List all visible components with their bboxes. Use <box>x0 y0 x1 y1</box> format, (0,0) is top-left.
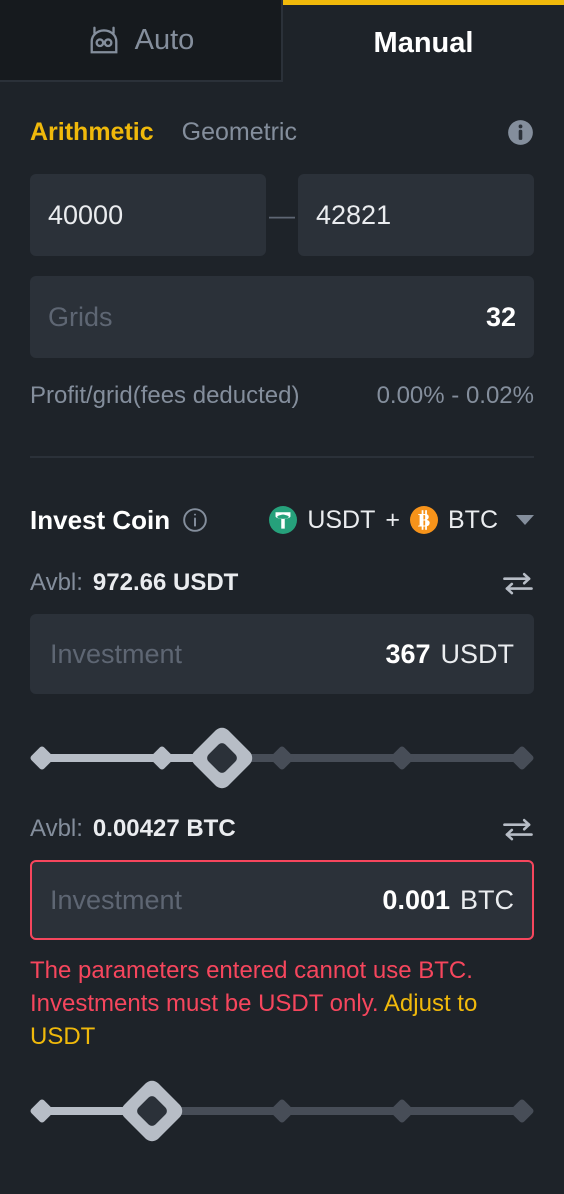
coin-a-label: USDT <box>307 505 376 534</box>
grids-placeholder: Grids <box>48 301 113 332</box>
usdt-investment-unit: USDT <box>440 638 515 669</box>
chevron-down-icon[interactable] <box>516 515 534 525</box>
btc-investment-input[interactable]: Investment 0.001 BTC <box>30 860 534 940</box>
price-range-separator: — <box>269 199 295 230</box>
grid-mode-row: Arithmetic Geometric <box>0 112 564 152</box>
usdt-investment-value-group: 367 USDT <box>385 639 514 670</box>
btc-investment-row: Investment 0.001 BTC <box>0 860 564 940</box>
usdt-icon <box>269 506 298 534</box>
lower-price-input[interactable]: 40000 <box>30 174 266 256</box>
tab-auto[interactable]: Auto <box>0 0 283 82</box>
btc-investment-placeholder: Investment <box>50 884 183 915</box>
profit-per-grid-value: 0.00% - 0.02% <box>376 382 534 409</box>
validation-error: The parameters entered cannot use BTC. I… <box>0 954 564 1053</box>
usdt-investment-amount: 367 <box>385 638 431 669</box>
usdt-slider-tick-75[interactable] <box>389 745 415 771</box>
invest-coin-selector[interactable]: USDT + B BTC <box>269 506 534 535</box>
btc-available-row: Avbl: 0.00427 BTC <box>0 812 564 846</box>
mode-geometric[interactable]: Geometric <box>182 118 297 147</box>
coin-plus-sign: + <box>385 505 400 534</box>
btc-slider-handle[interactable] <box>118 1077 187 1145</box>
usdt-available-label: Avbl: <box>30 569 83 596</box>
grid-bot-panel: Auto Manual Arithmetic Geometric 40000 —… <box>0 0 564 1194</box>
btc-investment-value-group: 0.001 BTC <box>382 885 514 916</box>
usdt-investment-slider[interactable] <box>0 724 564 792</box>
svg-text:B: B <box>418 511 430 532</box>
btc-slider-tick-50[interactable] <box>269 1098 295 1124</box>
profit-per-grid-label: Profit/grid(fees deducted) <box>30 382 300 409</box>
mode-tabs: Auto Manual <box>0 0 564 82</box>
info-icon[interactable] <box>507 119 534 146</box>
lower-price-value: 40000 <box>48 199 124 230</box>
grids-row: Grids 32 <box>0 276 564 358</box>
usdt-investment-placeholder: Investment <box>50 638 183 669</box>
coin-b-label: BTC <box>448 505 498 534</box>
swap-icon[interactable] <box>502 570 534 596</box>
swap-icon[interactable] <box>502 816 534 842</box>
tab-auto-label: Auto <box>134 23 195 56</box>
grids-value: 32 <box>485 301 516 332</box>
invest-coin-row: Invest Coin USDT + B BTC <box>0 500 564 540</box>
btc-investment-unit: BTC <box>460 884 514 915</box>
price-range-row: 40000 — 42821 <box>0 174 564 256</box>
usdt-available-value: 972.66 USDT <box>92 569 239 596</box>
btc-investment-amount: 0.001 <box>382 884 450 915</box>
usdt-slider-tick-25[interactable] <box>149 745 175 771</box>
btc-investment-slider[interactable] <box>0 1077 564 1145</box>
invest-coin-label: Invest Coin <box>30 504 171 535</box>
usdt-slider-tick-50[interactable] <box>269 745 295 771</box>
btc-slider-tick-75[interactable] <box>389 1098 415 1124</box>
btc-icon: B <box>410 506 438 534</box>
btc-slider-tick-100[interactable] <box>509 1098 535 1124</box>
profit-per-grid-row: Profit/grid(fees deducted) 0.00% - 0.02% <box>0 382 564 410</box>
btc-available-value: 0.00427 BTC <box>92 815 236 842</box>
robot-icon <box>87 25 121 55</box>
usdt-slider-handle[interactable] <box>188 724 256 792</box>
usdt-investment-row: Investment 367 USDT <box>0 614 564 694</box>
validation-error-text: The parameters entered cannot use BTC. I… <box>30 954 534 1053</box>
upper-price-value: 42821 <box>316 199 392 230</box>
tab-manual[interactable]: Manual <box>283 0 564 82</box>
btc-slider-tick-0[interactable] <box>29 1098 55 1124</box>
grids-input[interactable]: Grids 32 <box>30 276 534 358</box>
usdt-investment-input[interactable]: Investment 367 USDT <box>30 614 534 694</box>
info-icon[interactable] <box>170 507 208 533</box>
usdt-slider-tick-0[interactable] <box>29 745 55 771</box>
usdt-slider-tick-100[interactable] <box>509 745 535 771</box>
tab-manual-label: Manual <box>373 27 474 59</box>
section-divider <box>30 456 534 458</box>
mode-arithmetic[interactable]: Arithmetic <box>30 118 154 147</box>
usdt-available-row: Avbl: 972.66 USDT <box>0 566 564 600</box>
btc-available-label: Avbl: <box>30 815 83 842</box>
upper-price-input[interactable]: 42821 <box>298 174 534 256</box>
